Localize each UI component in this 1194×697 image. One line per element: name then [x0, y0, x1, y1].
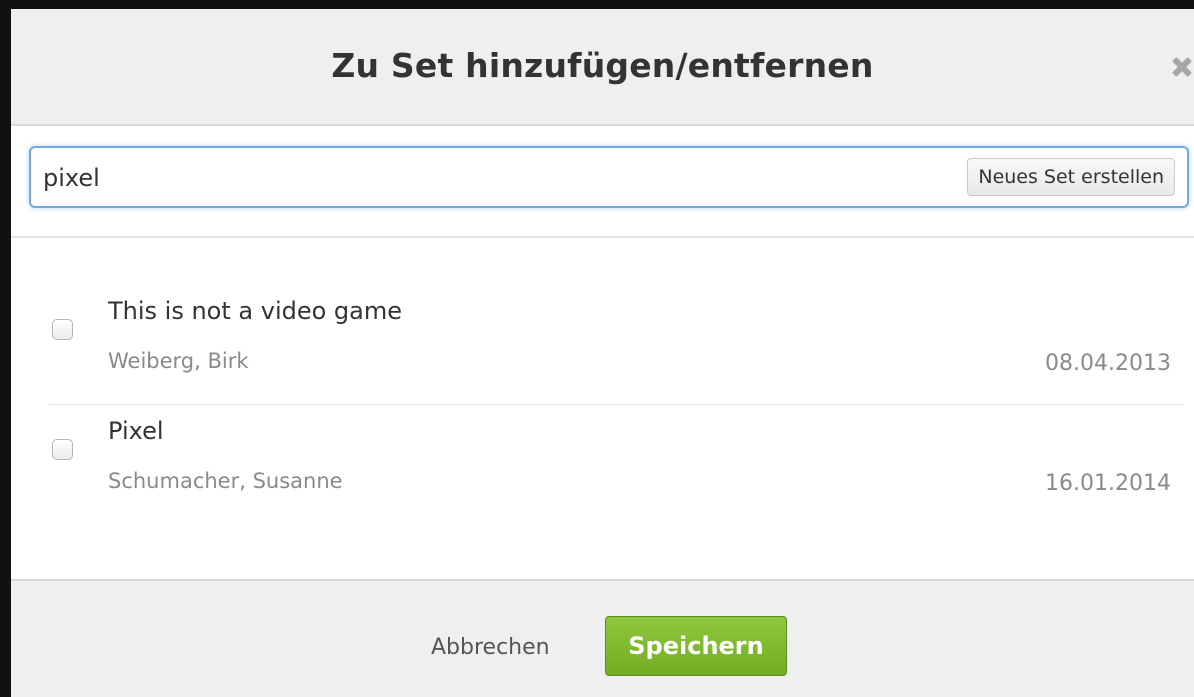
set-list: This is not a video game Weiberg, Birk 0…: [49, 279, 1184, 525]
set-checkbox[interactable]: [52, 319, 73, 340]
set-owner: Weiberg, Birk: [108, 349, 249, 373]
set-title: This is not a video game: [108, 297, 403, 325]
dialog-title: Zu Set hinzufügen/entfernen: [331, 46, 874, 85]
close-icon[interactable]: [1168, 54, 1194, 80]
search-field[interactable]: Neues Set erstellen: [29, 146, 1189, 208]
set-owner: Schumacher, Susanne: [108, 469, 343, 493]
dialog-footer: Abbrechen Speichern: [11, 579, 1194, 697]
search-bar: Neues Set erstellen: [11, 126, 1194, 238]
new-set-button[interactable]: Neues Set erstellen: [967, 158, 1175, 196]
set-dialog: Zu Set hinzufügen/entfernen Neues Set er…: [0, 0, 1194, 697]
list-item[interactable]: This is not a video game Weiberg, Birk 0…: [49, 279, 1184, 405]
set-checkbox[interactable]: [52, 439, 73, 460]
set-date: 08.04.2013: [1045, 351, 1171, 376]
list-item[interactable]: Pixel Schumacher, Susanne 16.01.2014: [49, 405, 1184, 525]
save-button[interactable]: Speichern: [605, 616, 787, 676]
cancel-button[interactable]: Abbrechen: [431, 635, 550, 660]
dialog-header: Zu Set hinzufügen/entfernen: [11, 9, 1194, 126]
set-date: 16.01.2014: [1045, 471, 1171, 496]
set-title: Pixel: [108, 417, 164, 445]
search-input[interactable]: [43, 160, 903, 196]
